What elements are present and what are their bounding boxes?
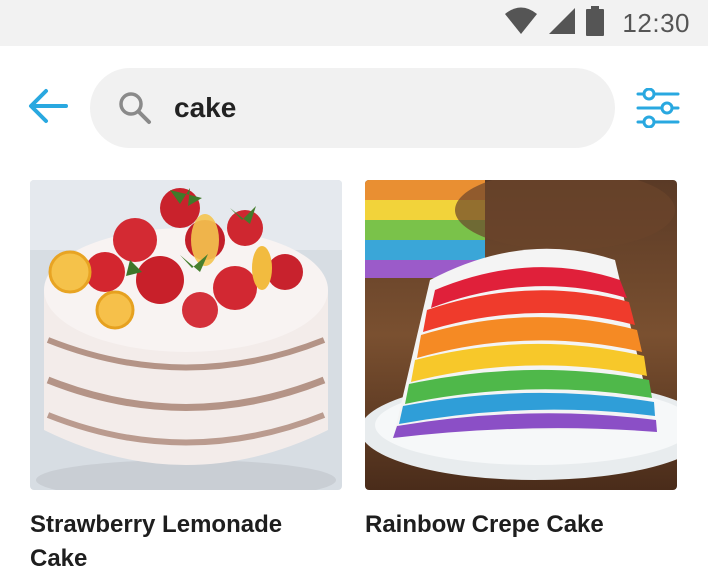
recipe-image-strawberry-cake[interactable] <box>30 180 342 490</box>
cell-signal-icon <box>548 7 576 40</box>
status-bar: 12:30 <box>0 0 708 46</box>
search-input[interactable] <box>174 92 574 124</box>
battery-icon <box>586 5 605 41</box>
status-icons: 12:30 <box>504 5 690 41</box>
search-icon <box>118 91 152 125</box>
recipe-image-rainbow-crepe-cake[interactable] <box>365 180 677 490</box>
status-time: 12:30 <box>622 7 690 38</box>
arrow-left-icon <box>28 88 68 129</box>
back-button[interactable] <box>26 86 70 130</box>
recipe-card[interactable]: Strawberry Lemonade Cake <box>30 180 342 576</box>
filter-button[interactable] <box>636 87 680 129</box>
wifi-icon <box>504 7 538 40</box>
search-box[interactable] <box>90 68 615 148</box>
filter-sliders-icon <box>636 87 680 132</box>
recipe-card[interactable]: Rainbow Crepe Cake <box>365 180 677 542</box>
search-toolbar <box>0 66 708 148</box>
recipe-title[interactable]: Strawberry Lemonade Cake <box>30 508 342 576</box>
recipe-title[interactable]: Rainbow Crepe Cake <box>365 508 677 542</box>
